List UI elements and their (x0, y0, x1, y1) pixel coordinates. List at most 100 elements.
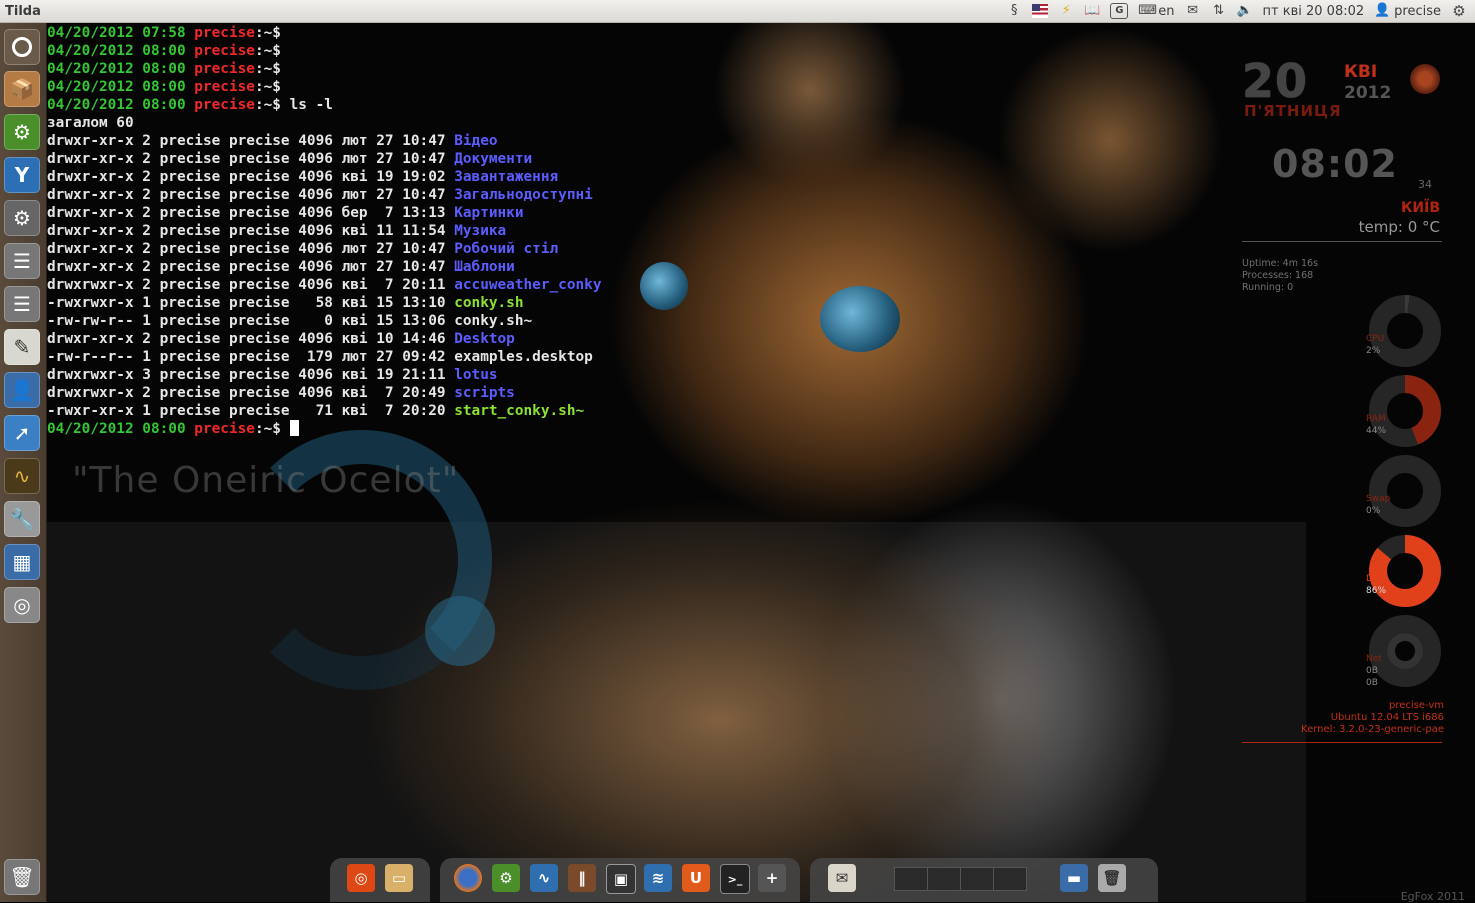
book-icon[interactable]: 📖 (1084, 4, 1100, 18)
prompt-path: :~$ (254, 43, 281, 59)
network-icon[interactable]: ≋ (644, 864, 672, 892)
listing-meta: drwxrwxr-x 3 precise precise 4096 кві 19… (47, 367, 455, 383)
conky-clock: 08:02 (1272, 142, 1398, 186)
books-icon[interactable]: ‖ (568, 864, 596, 892)
listing-name: Документи (454, 151, 533, 167)
keyboard-layout: en (1158, 3, 1175, 19)
pointer-button[interactable]: ➚ (4, 415, 40, 451)
trash-icon[interactable]: 🗑 (1098, 864, 1126, 892)
conky-host-info: precise-vm Ubuntu 12.04 LTS i686 Kernel:… (1301, 700, 1444, 736)
clock-indicator[interactable]: пт кві 20 08:02 (1263, 4, 1365, 19)
unity-launcher: 📦 ⚙ Y ⚙ ☰ ☰ ✎ 👤 ➚ ∿ 🔧 ▦ ◎ 🗑 (0, 23, 47, 902)
gauge-label: Net (1366, 654, 1382, 664)
gnome-do-icon[interactable]: G (1110, 3, 1129, 19)
y-ppa-manager-button[interactable]: Y (4, 157, 40, 193)
listing-row: drwxr-xr-x 2 precise precise 4096 лют 27… (47, 132, 687, 150)
power-icon[interactable]: ⚡ (1058, 4, 1074, 18)
gauge-net (1369, 615, 1441, 687)
gauge-label: Swap (1366, 494, 1391, 504)
listing-name: accuweather_conky (454, 277, 602, 293)
user-name: precise (1394, 3, 1441, 19)
add-icon[interactable]: + (758, 864, 786, 892)
conky-hostname: precise-vm (1388, 700, 1444, 711)
gauge-value: 2% (1366, 346, 1381, 356)
desktop-icon[interactable]: ▬ (1060, 864, 1088, 892)
flag-us-icon[interactable] (1032, 4, 1049, 18)
listing-name: conky.sh~ (454, 313, 533, 329)
system-monitor-icon[interactable]: ∿ (530, 864, 558, 892)
listing-meta: drwxr-xr-x 2 precise precise 4096 лют 27… (47, 259, 455, 275)
listing-name: Завантаження (454, 169, 559, 185)
installer-button[interactable]: 📦 (4, 71, 40, 107)
ubuntu-logo-icon (1410, 64, 1440, 94)
listing-meta: drwxr-xr-x 2 precise precise 4096 кві 19… (47, 169, 455, 185)
terminal-icon[interactable]: >_ (720, 864, 750, 894)
tools-button[interactable]: 🔧 (4, 501, 40, 537)
ubuntuone-icon[interactable]: U (682, 864, 710, 892)
workspace-pager-3[interactable] (960, 867, 994, 891)
disc-burner-button[interactable]: ◎ (4, 587, 40, 623)
listing-meta: -rwxr-xr-x 1 precise precise 71 кві 7 20… (47, 403, 455, 419)
prompt-path: :~$ (254, 97, 281, 113)
ubuntuone-icon[interactable]: § (1006, 4, 1022, 18)
synaptic-icon[interactable]: ⚙ (492, 864, 520, 892)
system-monitor-button[interactable]: ∿ (4, 458, 40, 494)
ubuntu-logo-icon (12, 37, 32, 57)
user-indicator[interactable]: 👤 precise (1374, 4, 1441, 19)
pointer-icon: ➚ (13, 421, 31, 445)
keyboard-indicator[interactable]: ⌨ en (1138, 4, 1174, 19)
system-settings-button[interactable]: ⚙ (4, 200, 40, 236)
mixer-2-button[interactable]: ☰ (4, 286, 40, 322)
folder-icon[interactable]: ▭ (385, 864, 413, 892)
dash-home-button[interactable] (4, 29, 40, 65)
network-icon[interactable]: ⇅ (1211, 4, 1227, 18)
workspace-pager-2[interactable] (927, 867, 961, 891)
gauge-track (1369, 615, 1441, 687)
conky-divider (1242, 241, 1442, 242)
prompt-host: precise (194, 61, 255, 77)
gear-icon[interactable]: ⚙ (1451, 4, 1467, 19)
prompt-path: :~$ (254, 79, 281, 95)
conky-sysinfo: Uptime: 4m 16s Processes: 168 Running: 0 (1242, 258, 1318, 294)
listing-meta: drwxr-xr-x 2 precise precise 4096 бер 7 … (47, 205, 455, 221)
gauge-value: 44% (1366, 426, 1387, 436)
terminal-prompt-line: 04/20/2012 07:58 precise:~$ (47, 24, 687, 42)
dock-segment-left (330, 858, 430, 902)
workspace-switcher-button[interactable]: ▦ (4, 544, 40, 580)
gauge-label: Disk (1366, 574, 1386, 584)
prompt-date: 04/20/2012 07:58 (47, 25, 195, 41)
synaptic-button[interactable]: ⚙ (4, 114, 40, 150)
listing-name: Відео (454, 133, 498, 149)
listing-row: drwxr-xr-x 2 precise precise 4096 кві 10… (47, 330, 687, 348)
volume-icon[interactable]: 🔈 (1237, 4, 1253, 18)
terminal-prompt-line: 04/20/2012 08:00 precise:~$ ls -l (47, 96, 687, 114)
listing-row: drwxr-xr-x 2 precise precise 4096 кві 11… (47, 222, 687, 240)
mail-icon[interactable]: ✉ (1185, 4, 1201, 18)
contacts-button[interactable]: 👤 (4, 372, 40, 408)
trash-icon: 🗑 (9, 865, 35, 889)
sliders-icon: ☰ (13, 292, 31, 316)
listing-name: lotus (454, 367, 498, 383)
text-editor-button[interactable]: ✎ (4, 329, 40, 365)
listing-name: Робочий стіл (454, 241, 559, 257)
listing-row: drwxr-xr-x 2 precise precise 4096 лют 27… (47, 258, 687, 276)
top-panel: Tilda § ⚡ 📖 G ⌨ en ✉ ⇅ 🔈 пт кві 20 08:02… (0, 0, 1475, 23)
mixer-button[interactable]: ☰ (4, 243, 40, 279)
listing-name: Шаблони (454, 259, 515, 275)
workspace-pager-4[interactable] (993, 867, 1027, 891)
listing-row: -rw-rw-r-- 1 precise precise 0 кві 15 13… (47, 312, 687, 330)
mail-icon[interactable]: ✉ (828, 864, 856, 892)
ubuntu-icon[interactable]: ◎ (347, 864, 375, 892)
conky-month: КВІ (1344, 62, 1378, 82)
workspace-pager-1[interactable] (894, 867, 928, 891)
listing-name: scripts (454, 385, 515, 401)
conky-city: КИЇВ (1400, 200, 1440, 216)
conky-year: 2012 (1344, 83, 1392, 103)
gauge-value: 0B (1366, 666, 1378, 676)
listing-meta: drwxr-xr-x 2 precise precise 4096 лют 27… (47, 187, 455, 203)
ocelot-eye-right (820, 286, 900, 352)
firefox-icon[interactable] (454, 864, 482, 892)
tilda-icon[interactable]: ▣ (606, 864, 636, 894)
trash-button[interactable]: 🗑 (4, 859, 40, 895)
tilda-terminal[interactable]: 04/20/2012 07:58 precise:~$ 04/20/2012 08… (46, 22, 687, 444)
